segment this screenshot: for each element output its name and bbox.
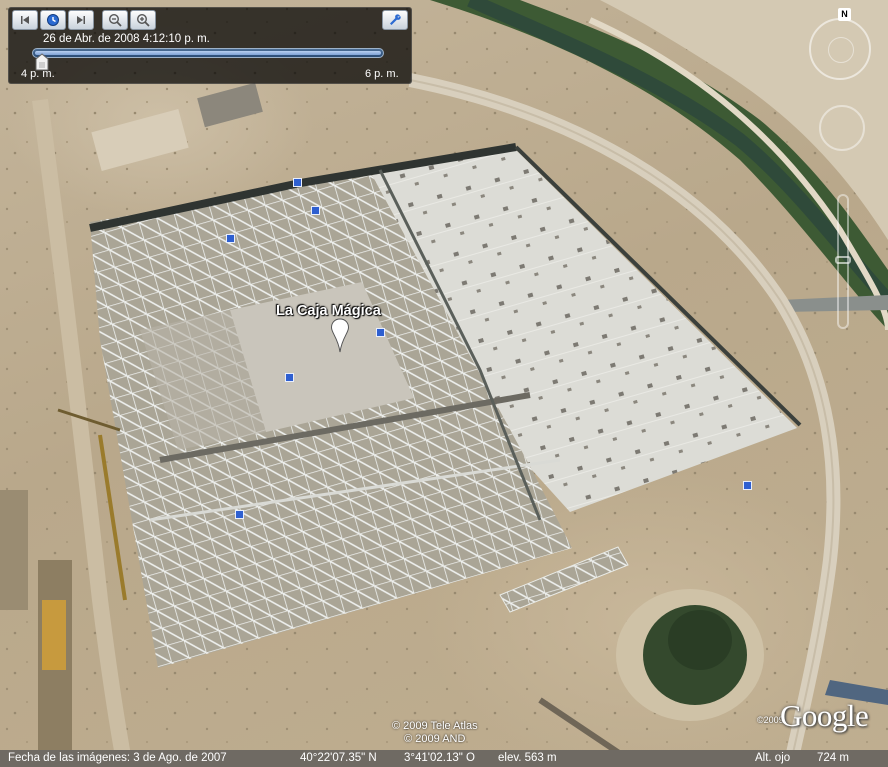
copyright-notice: © 2009 Tele Atlas © 2009 AND [392,720,478,746]
map-marker[interactable] [235,510,244,519]
latitude-readout: 40°22'07.35" N [300,752,377,764]
zoom-in-time-button[interactable] [130,10,156,30]
placemark-pin-icon[interactable] [330,318,350,354]
zoom-slider-knob[interactable] [835,256,851,264]
elevation-readout: elev. 563 m [498,752,557,764]
map-imagery [0,0,888,767]
options-button[interactable] [382,10,408,30]
map-marker[interactable] [293,178,302,187]
skip-back-icon [21,16,29,24]
map-marker[interactable] [376,328,385,337]
map-marker[interactable] [311,206,320,215]
look-joystick[interactable] [809,18,871,80]
skip-forward-icon [77,16,85,24]
longitude-readout: 3°41'02.13" O [404,752,475,764]
map-marker[interactable] [743,481,752,490]
time-start-label: 4 p. m. [21,68,55,80]
imagery-date: Fecha de las imágenes: 3 de Ago. de 2007 [8,752,227,764]
clock-button[interactable] [40,10,66,30]
status-bar: Fecha de las imágenes: 3 de Ago. de 2007… [0,750,888,767]
time-slider-track[interactable] [32,48,384,58]
time-slider-panel: 26 de Abr. de 2008 4:12:10 p. m. 4 p. m.… [8,7,412,84]
time-end-label: 6 p. m. [365,68,399,80]
map-marker[interactable] [285,373,294,382]
clock-icon [47,14,59,26]
map-marker[interactable] [226,234,235,243]
satellite-map[interactable] [0,0,888,767]
copyright-line: © 2009 AND [404,733,466,745]
navigation-controls: N [806,8,884,338]
eye-altitude-value: 724 m [817,752,849,764]
skip-forward-button[interactable] [68,10,94,30]
skip-back-button[interactable] [12,10,38,30]
zoom-out-time-button[interactable] [102,10,128,30]
look-center[interactable] [828,37,854,63]
zoom-in-icon [136,13,150,27]
north-indicator[interactable]: N [838,8,851,21]
google-logo: Google [780,698,869,733]
placemark-label[interactable]: La Caja Mágica [276,303,381,319]
eye-altitude-label: Alt. ojo [755,752,791,764]
zoom-out-icon [108,13,122,27]
move-joystick[interactable] [819,105,865,151]
copyright-line: © 2009 Tele Atlas [392,720,478,732]
date-time-label: 26 de Abr. de 2008 4:12:10 p. m. [43,33,210,45]
time-slider-fill [35,51,381,55]
wrench-icon [390,14,401,25]
